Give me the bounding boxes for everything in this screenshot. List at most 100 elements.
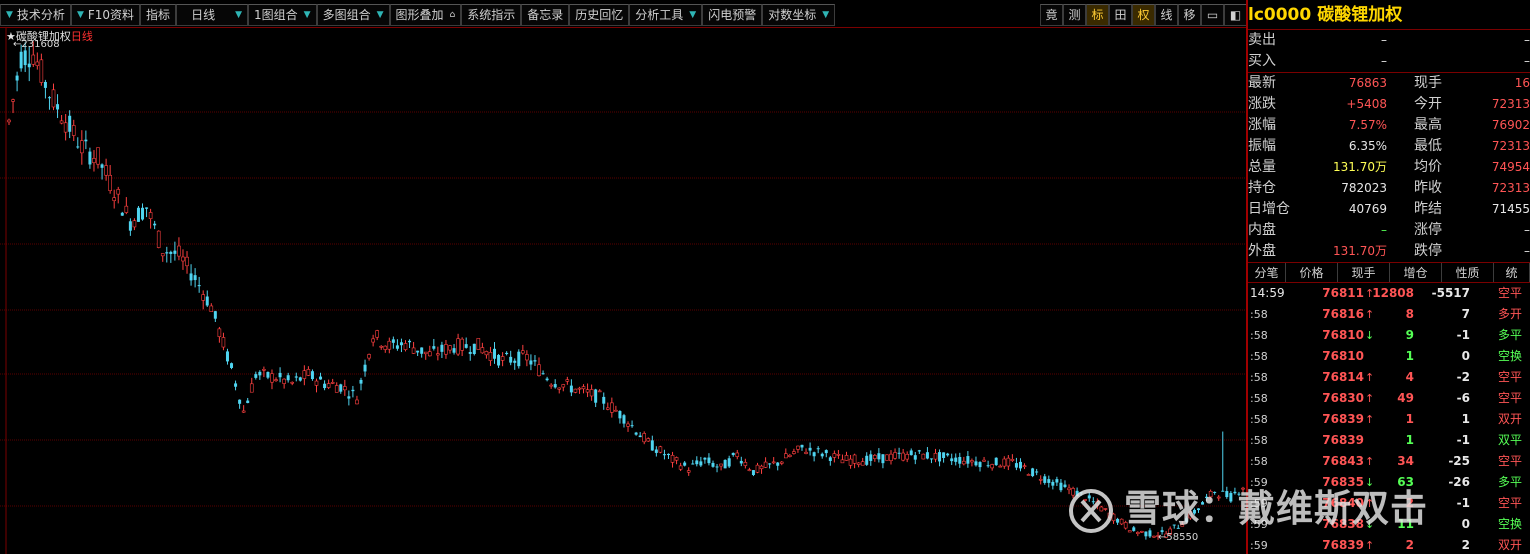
tick-column-header[interactable]: 性质 xyxy=(1442,263,1494,282)
menu-memo[interactable]: 备忘录 xyxy=(521,4,570,26)
candle-body xyxy=(800,444,804,448)
candle-body xyxy=(521,350,525,354)
candle xyxy=(820,452,824,459)
candle-body xyxy=(533,360,537,362)
candle xyxy=(630,420,634,428)
tick-nature: 空平 xyxy=(1497,496,1522,510)
candle-body xyxy=(436,353,440,356)
candle xyxy=(136,205,140,222)
candle xyxy=(274,377,278,382)
tick-column-header[interactable]: 价格 xyxy=(1286,263,1338,282)
candle xyxy=(529,354,533,371)
menu-analysis-tools[interactable]: 分析工具 ▼ xyxy=(629,4,703,26)
candle xyxy=(1035,468,1039,476)
candle xyxy=(840,454,845,464)
candle-body xyxy=(529,360,533,365)
candle-body xyxy=(686,470,691,473)
candle xyxy=(662,449,666,460)
rights-button[interactable]: 权 xyxy=(1132,4,1155,26)
candle xyxy=(476,338,481,350)
candle xyxy=(824,449,828,458)
menu-flash-alert[interactable]: 闪电预警 xyxy=(702,4,763,26)
candle-body xyxy=(209,305,214,312)
tick-oi-change: 0 xyxy=(1461,349,1470,363)
candle xyxy=(856,462,861,468)
quote-value: – xyxy=(1381,33,1387,47)
menu-system-indicator[interactable]: 系统指示 xyxy=(461,4,522,26)
candle xyxy=(691,459,695,465)
menu-technical-analysis[interactable]: ▼ 技术分析 xyxy=(0,4,71,26)
quote-row: 总量 131.70万 均价 74954 xyxy=(1248,157,1530,178)
menu-log-scale[interactable]: 对数坐标 ▼ xyxy=(762,4,836,26)
tick-column-header[interactable]: 增仓 xyxy=(1390,263,1442,282)
quote-value: 72313 xyxy=(1491,181,1530,195)
tick-column-header[interactable]: 分笔 xyxy=(1248,263,1286,282)
auction-button[interactable]: 竟 xyxy=(1040,4,1063,26)
candle-body xyxy=(517,351,521,367)
grid-button[interactable]: 田 xyxy=(1109,4,1132,26)
candle-body xyxy=(225,351,229,362)
candle xyxy=(577,386,582,394)
candle xyxy=(314,378,319,393)
candle-body xyxy=(771,461,776,464)
candle-body xyxy=(589,389,594,397)
candle-body xyxy=(387,340,392,350)
candle xyxy=(602,392,606,410)
candle-body xyxy=(788,454,792,457)
candle xyxy=(642,431,647,445)
panel-toggle-button[interactable]: ◧ xyxy=(1224,4,1247,26)
menu-history-recall[interactable]: 历史回忆 xyxy=(569,4,630,26)
toolbar: ▼ 技术分析 ▼ F10资料 指标 日线 ▼ 1图组合 ▼ 多图组合 ▼ 图形叠加 ⌂ 系统… xyxy=(0,0,1247,28)
line-button[interactable]: 线 xyxy=(1155,4,1178,26)
tick-volume: 9 xyxy=(1405,328,1414,342)
menu-single-layout[interactable]: 1图组合 ▼ xyxy=(248,4,317,26)
candle-body xyxy=(205,296,209,306)
kline-chart[interactable]: ★碳酸锂加权日线 ←231608 ←58550 xyxy=(0,28,1246,554)
candle-body xyxy=(480,347,485,354)
quote-table: 卖出 – – 买入 – – 最新 76863 现手 16 涨跌 +5408 今开 72313 涨幅 7.57%… xyxy=(1248,30,1530,263)
window-button[interactable]: ▭ xyxy=(1201,4,1224,26)
candle-body xyxy=(19,51,23,69)
candle xyxy=(763,457,768,468)
candle-body xyxy=(76,146,80,148)
tick-nature: 多平 xyxy=(1497,475,1522,489)
candle-body xyxy=(1043,476,1047,483)
candle xyxy=(63,114,68,141)
candle-body xyxy=(104,165,108,176)
candle-body xyxy=(581,386,586,390)
quote-label: 卖出 xyxy=(1248,32,1276,48)
candle xyxy=(1018,458,1022,472)
candle-body xyxy=(319,376,323,380)
quote-label: 涨幅 xyxy=(1248,117,1276,133)
candle-body xyxy=(290,381,295,384)
move-button[interactable]: 移 xyxy=(1178,4,1201,26)
candle-body xyxy=(513,360,517,363)
candle-body xyxy=(444,344,448,355)
tick-column-header[interactable]: 统 xyxy=(1494,263,1530,282)
candle-body xyxy=(678,465,683,470)
candle-body xyxy=(938,452,942,462)
dropdown-arrow-icon: ▼ xyxy=(822,10,830,20)
menu-multi-layout[interactable]: 多图组合 ▼ xyxy=(316,4,390,26)
candle-body xyxy=(549,384,553,387)
menu-overlay[interactable]: 图形叠加 ⌂ xyxy=(389,4,462,26)
tick-oi-change: 2 xyxy=(1461,538,1470,552)
quote-value: 131.70万 xyxy=(1333,244,1387,258)
candle-body xyxy=(367,354,371,359)
candle xyxy=(541,370,545,375)
candle xyxy=(743,458,748,469)
candle xyxy=(246,397,250,404)
candle-body xyxy=(330,382,335,384)
menu-indicator[interactable]: 指标 xyxy=(140,4,177,26)
menu-period[interactable]: 日线 ▼ xyxy=(176,4,248,26)
tick-time: :58 xyxy=(1250,308,1268,321)
measure-button[interactable]: 测 xyxy=(1063,4,1086,26)
tick-column-header[interactable]: 现手 xyxy=(1338,263,1390,282)
mark-button[interactable]: 标 xyxy=(1086,4,1109,26)
quote-label: 总量 xyxy=(1248,159,1276,175)
menu-f10[interactable]: ▼ F10资料 xyxy=(70,4,141,26)
candle-body xyxy=(751,470,755,475)
tick-nature: 多开 xyxy=(1497,307,1522,321)
tick-volume: 4 xyxy=(1405,370,1414,384)
candle-body xyxy=(112,197,116,201)
